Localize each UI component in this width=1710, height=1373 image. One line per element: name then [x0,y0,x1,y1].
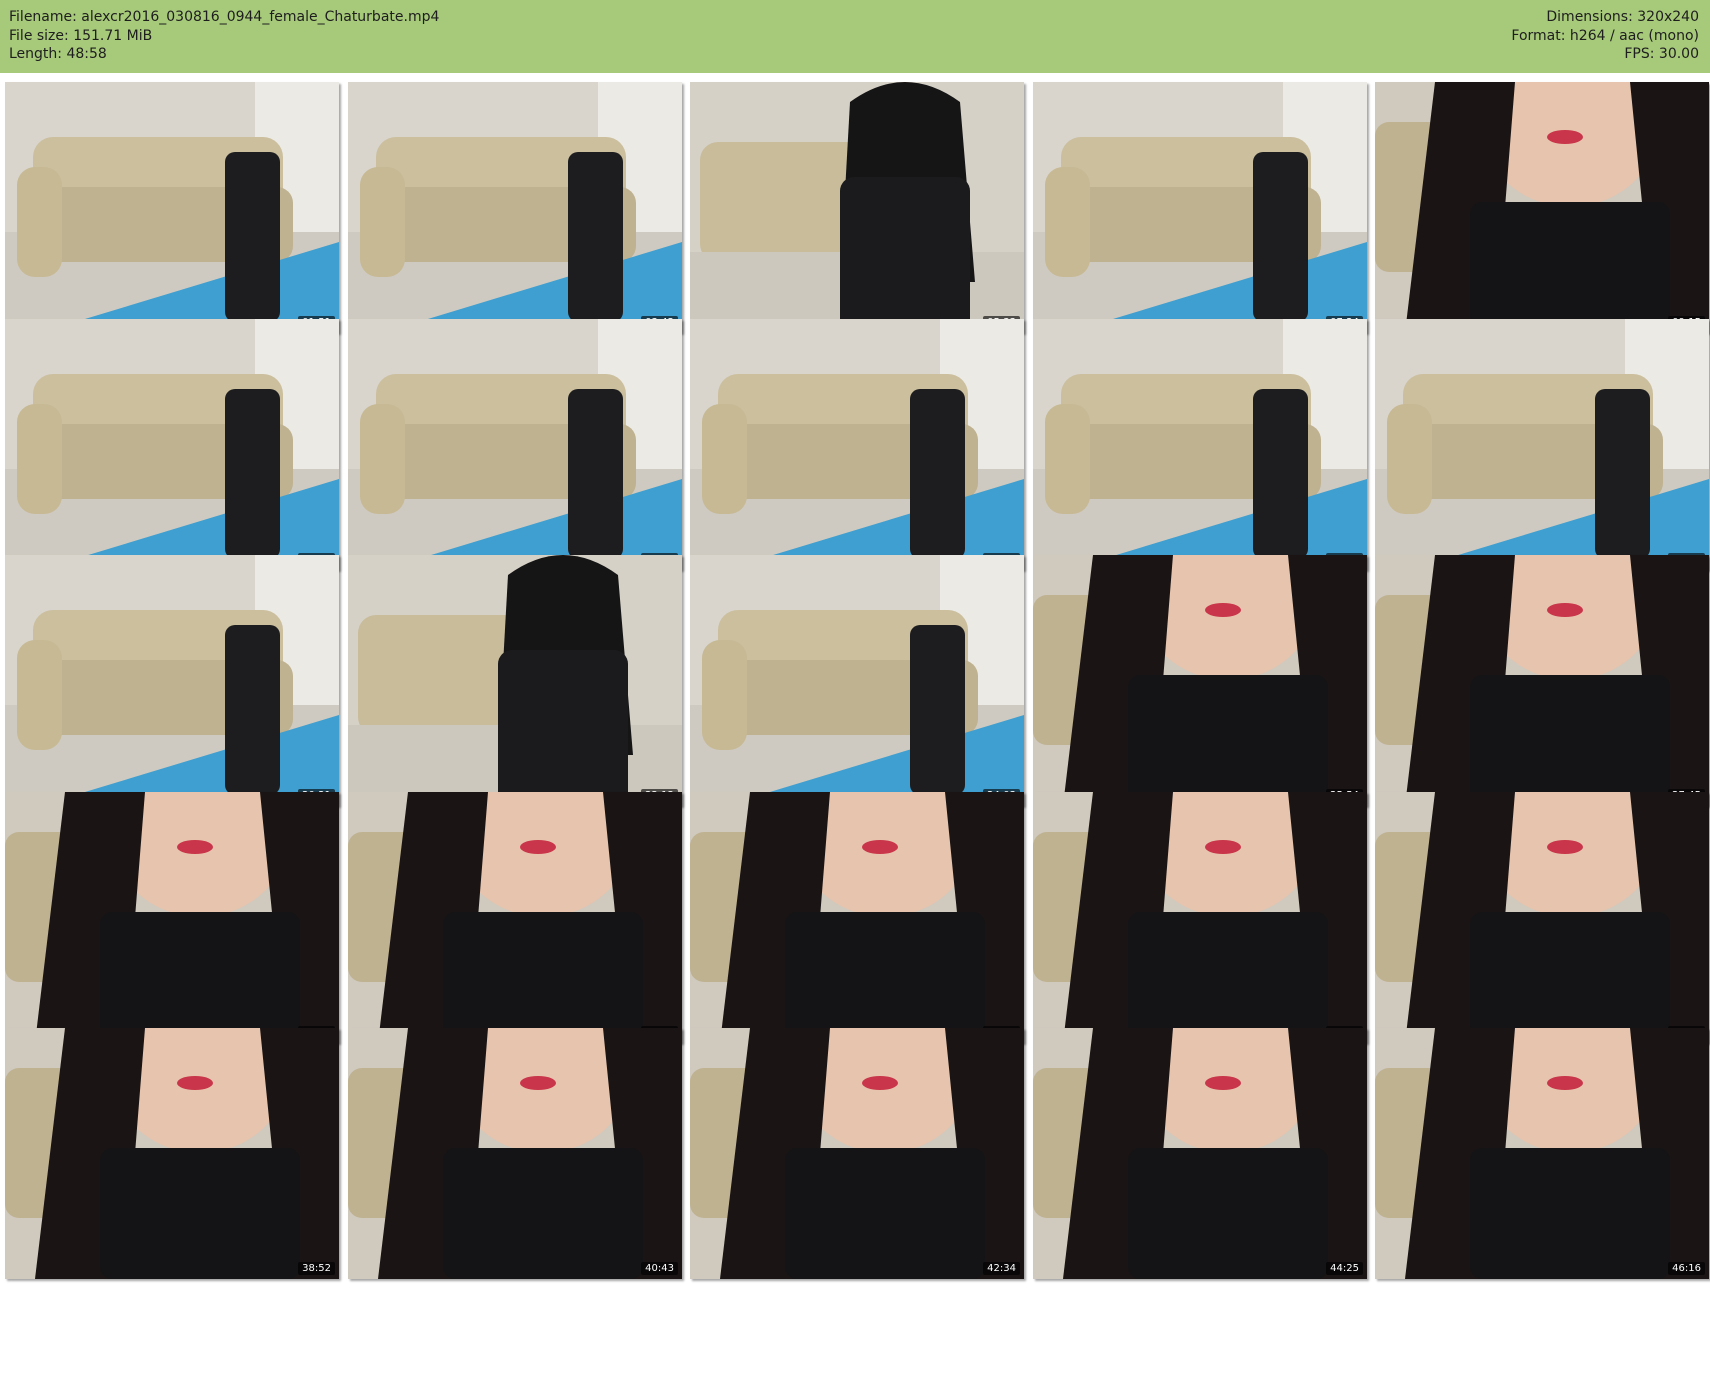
video-thumbnail[interactable]: 22:12 [348,555,682,806]
video-thumbnail[interactable]: 33:19 [690,792,1024,1043]
thumbnail-image [1033,555,1367,806]
video-thumbnail[interactable]: 11:06 [5,319,339,570]
stream-info: Dimensions: 320x240 Format: h264 / aac (… [1511,8,1699,64]
timestamp-label: 46:16 [1668,1262,1705,1275]
video-thumbnail[interactable]: 01:51 [5,82,339,333]
thumbnail-image [690,82,1024,333]
timestamp-label: 38:52 [298,1262,335,1275]
thumbnail-image [1033,1028,1367,1279]
timestamp-label: 42:34 [983,1262,1020,1275]
thumbnail-image [1375,82,1709,333]
thumbnail-image [1375,792,1709,1043]
thumbnail-image [348,792,682,1043]
video-thumbnail[interactable]: 07:24 [1033,82,1367,333]
video-thumbnail[interactable]: 05:33 [690,82,1024,333]
video-thumbnail[interactable]: 09:15 [1375,82,1709,333]
video-thumbnail[interactable]: 20:21 [5,555,339,806]
video-thumbnail[interactable]: 42:34 [690,1028,1024,1279]
thumbnail-grid: 01:5103:4205:3307:2409:15 11:0612:5714:48… [5,82,1709,1367]
thumbnail-image [5,1028,339,1279]
thumbnail-image [690,792,1024,1043]
format-text: Format: h264 / aac (mono) [1511,27,1699,44]
thumbnail-image [1375,555,1709,806]
thumbnail-image [1033,792,1367,1043]
dimensions-text: Dimensions: 320x240 [1546,9,1699,25]
length-text: Length: 48:58 [9,46,107,62]
thumbnail-image [1375,1028,1709,1279]
thumbnail-image [1375,319,1709,570]
thumbnail-image [1033,319,1367,570]
thumbnail-image [348,555,682,806]
video-thumbnail[interactable]: 27:45 [1375,555,1709,806]
video-thumbnail[interactable]: 46:16 [1375,1028,1709,1279]
thumbnail-image [5,792,339,1043]
thumbnail-image [348,319,682,570]
video-thumbnail[interactable]: 40:43 [348,1028,682,1279]
thumbnail-image [348,82,682,333]
video-thumbnail[interactable]: 18:30 [1375,319,1709,570]
thumbnail-image [348,1028,682,1279]
video-thumbnail[interactable]: 14:48 [690,319,1024,570]
thumbnail-image [690,1028,1024,1279]
video-thumbnail[interactable]: 12:57 [348,319,682,570]
thumbnail-image [690,319,1024,570]
thumbnail-image [690,555,1024,806]
thumbnail-image [5,82,339,333]
video-thumbnail[interactable]: 44:25 [1033,1028,1367,1279]
thumbnail-image [1033,82,1367,333]
file-info: Filename: alexcr2016_030816_0944_female_… [9,8,439,64]
video-thumbnail[interactable]: 25:54 [1033,555,1367,806]
timestamp-label: 44:25 [1326,1262,1363,1275]
video-thumbnail[interactable]: 16:39 [1033,319,1367,570]
info-header: Filename: alexcr2016_030816_0944_female_… [0,0,1710,73]
video-thumbnail[interactable]: 29:37 [5,792,339,1043]
fps-text: FPS: 30.00 [1624,46,1699,62]
video-thumbnail[interactable]: 24:03 [690,555,1024,806]
video-thumbnail[interactable]: 35:10 [1033,792,1367,1043]
video-thumbnail[interactable]: 31:28 [348,792,682,1043]
thumbnail-image [5,319,339,570]
video-thumbnail[interactable]: 38:52 [5,1028,339,1279]
thumbnail-image [5,555,339,806]
filesize-text: File size: 151.71 MiB [9,27,153,44]
timestamp-label: 40:43 [641,1262,678,1275]
filename-text: Filename: alexcr2016_030816_0944_female_… [9,9,440,25]
video-thumbnail[interactable]: 03:42 [348,82,682,333]
video-thumbnail[interactable]: 37:01 [1375,792,1709,1043]
